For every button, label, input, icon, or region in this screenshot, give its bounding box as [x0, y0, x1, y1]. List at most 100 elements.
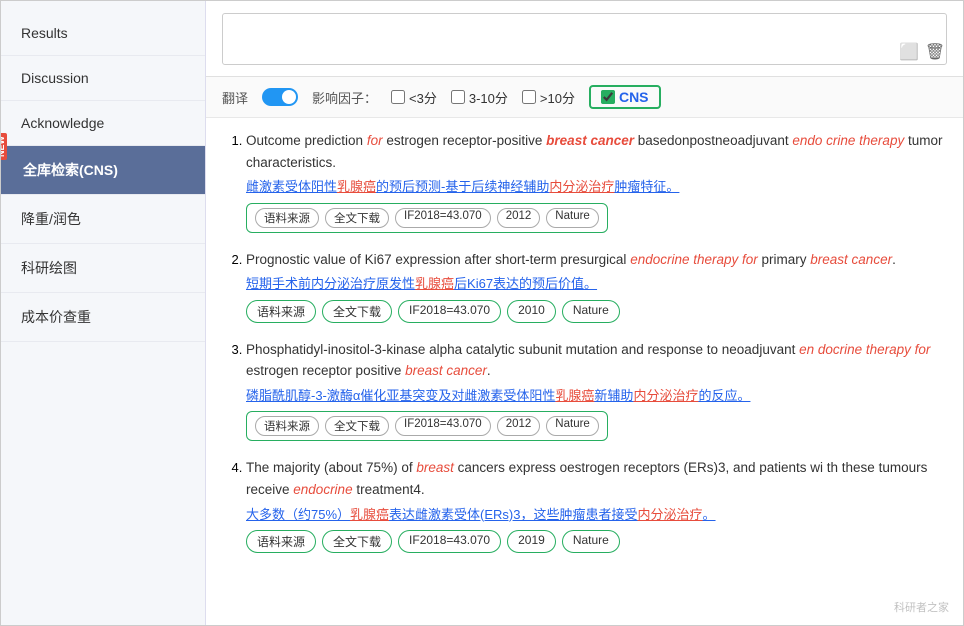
- tag[interactable]: 语料来源: [255, 416, 319, 436]
- delete-icon[interactable]: 🗑: [925, 42, 945, 62]
- cns-checkbox[interactable]: [601, 90, 615, 104]
- result-item: Prognostic value of Ki67 expression afte…: [246, 249, 943, 323]
- filter-lt3-label: <3分: [409, 88, 437, 107]
- tag[interactable]: 全文下载: [322, 300, 392, 323]
- cn-red-part: 内分泌治疗: [638, 507, 703, 522]
- tag[interactable]: IF2018=43.070: [398, 300, 501, 323]
- filter-3-10-checkbox[interactable]: [451, 90, 465, 104]
- filter-gt10-checkbox[interactable]: [522, 90, 536, 104]
- title-part: The majority (about 75%) of: [246, 460, 416, 475]
- title-part: Prognostic value of Ki67 expression afte…: [246, 252, 630, 267]
- title-part: en docrine therapy for: [799, 342, 930, 357]
- title-part: for: [367, 133, 383, 148]
- sidebar-item-acknowledge[interactable]: Acknowledge: [1, 101, 205, 146]
- cn-red-part: 内分泌治疗: [633, 388, 698, 403]
- sidebar-item-results[interactable]: Results: [1, 11, 205, 56]
- result-item: Outcome prediction for estrogen receptor…: [246, 130, 943, 233]
- result-cn-translation: 磷脂酰肌醇-3-激酶α催化亚基突变及对雌激素受体阳性乳腺癌新辅助内分泌治疗的反应…: [246, 386, 943, 406]
- sidebar-item-cns-search[interactable]: NEW全库检索(CNS): [1, 146, 205, 195]
- cn-text-part: 的预后预测-基于后续神经辅助: [376, 179, 549, 194]
- title-part: breast: [416, 460, 454, 475]
- title-part: basedonpostneoadjuvant: [634, 133, 792, 148]
- filter-lt3-checkbox[interactable]: [391, 90, 405, 104]
- sidebar-item-discussion[interactable]: Discussion: [1, 56, 205, 101]
- sidebar-item-label: 科研绘图: [21, 260, 77, 276]
- sidebar-item-label: 成本价查重: [21, 309, 91, 325]
- cn-text-part: 雌激素受体阳性: [246, 179, 337, 194]
- tag[interactable]: 2010: [507, 300, 556, 323]
- tag[interactable]: Nature: [546, 208, 599, 228]
- tag[interactable]: IF2018=43.070: [398, 530, 501, 553]
- cn-text-part: 大多数（约75%）: [246, 507, 350, 522]
- title-part: estrogen receptor-positive: [383, 133, 547, 148]
- result-cn-translation: 大多数（约75%）乳腺癌表达雌激素受体(ERs)3，这些肿瘤患者接受内分泌治疗。: [246, 505, 943, 525]
- tags-row: 语料来源全文下载 IF2018=43.070 2012Nature: [246, 203, 608, 233]
- tags-row: 语料来源全文下载 IF2018=43.070 2010 Nature: [246, 300, 943, 323]
- cn-text-part: 肿瘤特征。: [614, 179, 679, 194]
- result-cn-translation: 雌激素受体阳性乳腺癌的预后预测-基于后续神经辅助内分泌治疗肿瘤特征。: [246, 177, 943, 197]
- input-area: ⬜ 🗑: [206, 1, 963, 77]
- translate-toggle[interactable]: [262, 88, 298, 106]
- tag[interactable]: 语料来源: [246, 530, 316, 553]
- title-part: estrogen receptor positive: [246, 363, 405, 378]
- sidebar-item-rewrite[interactable]: 降重/润色: [1, 195, 205, 244]
- sidebar-item-label: Acknowledge: [21, 115, 104, 131]
- title-part: endocrine therapy for: [630, 252, 758, 267]
- cn-text-part: 的反应。: [698, 388, 750, 403]
- tag[interactable]: 全文下载: [325, 208, 389, 228]
- tags-row: 语料来源全文下载 IF2018=43.070 2012Nature: [246, 411, 608, 441]
- results-area: Outcome prediction for estrogen receptor…: [206, 118, 963, 625]
- tag[interactable]: 全文下载: [325, 416, 389, 436]
- tag[interactable]: 2019: [507, 530, 556, 553]
- tag[interactable]: 语料来源: [255, 208, 319, 228]
- title-part: Outcome prediction: [246, 133, 367, 148]
- tag[interactable]: 语料来源: [246, 300, 316, 323]
- tag[interactable]: Nature: [562, 530, 620, 553]
- sidebar-item-plagiarism[interactable]: 成本价查重: [1, 293, 205, 342]
- result-title: Prognostic value of Ki67 expression afte…: [246, 249, 943, 271]
- tag[interactable]: IF2018=43.070: [395, 416, 491, 436]
- tag[interactable]: 2012: [497, 208, 541, 228]
- filter-gt10-label: >10分: [540, 88, 575, 107]
- sidebar-item-label: 全库检索(CNS): [23, 162, 118, 178]
- tag[interactable]: Nature: [546, 416, 599, 436]
- cn-red-part: 乳腺癌: [337, 179, 376, 194]
- tag[interactable]: 2012: [497, 416, 541, 436]
- sidebar-item-label: 降重/润色: [21, 211, 81, 227]
- main-content: ⬜ 🗑 翻译 影响因子： <3分 3-10分 >10分 CNS: [206, 1, 963, 625]
- filter-bar: 翻译 影响因子： <3分 3-10分 >10分 CNS: [206, 77, 963, 118]
- cn-text-part: 新辅助: [594, 388, 633, 403]
- search-input[interactable]: [222, 13, 947, 65]
- sidebar-item-label: Results: [21, 25, 68, 41]
- tag[interactable]: IF2018=43.070: [395, 208, 491, 228]
- title-part: .: [892, 252, 896, 267]
- result-item: Phosphatidyl-inositol-3-kinase alpha cat…: [246, 339, 943, 442]
- toolbar-icons: ⬜ 🗑: [899, 42, 945, 62]
- sidebar-item-drawing[interactable]: 科研绘图: [1, 244, 205, 293]
- result-title: Phosphatidyl-inositol-3-kinase alpha cat…: [246, 339, 943, 382]
- watermark: 科研者之家: [894, 599, 949, 615]
- cn-red-part: 乳腺癌: [350, 507, 389, 522]
- cn-text-part: 后Ki67表达的预后价值。: [454, 276, 597, 291]
- title-part: Phosphatidyl-inositol-3-kinase alpha cat…: [246, 342, 799, 357]
- filter-3-10[interactable]: 3-10分: [451, 88, 508, 107]
- copy-icon[interactable]: ⬜: [899, 42, 919, 62]
- cns-filter-box[interactable]: CNS: [589, 85, 661, 109]
- cn-text-part: 磷脂酰肌醇-3-激酶α催化亚基突变及对雌激素受体阳性: [246, 388, 555, 403]
- cn-red-part: 乳腺癌: [555, 388, 594, 403]
- filter-gt10[interactable]: >10分: [522, 88, 575, 107]
- new-badge: NEW: [0, 133, 7, 160]
- filter-lt3[interactable]: <3分: [391, 88, 437, 107]
- cn-red-part: 内分泌治疗: [549, 179, 614, 194]
- title-part: endo crine therapy: [792, 133, 904, 148]
- tag[interactable]: Nature: [562, 300, 620, 323]
- cn-red-part: 乳腺癌: [415, 276, 454, 291]
- result-item: The majority (about 75%) of breast cance…: [246, 457, 943, 553]
- result-cn-translation: 短期手术前内分泌治疗原发性乳腺癌后Ki67表达的预后价值。: [246, 274, 943, 294]
- results-list: Outcome prediction for estrogen receptor…: [226, 130, 943, 553]
- title-part: breast cancer: [405, 363, 487, 378]
- tag[interactable]: 全文下载: [322, 530, 392, 553]
- cns-label: CNS: [619, 89, 649, 105]
- sidebar-item-label: Discussion: [21, 70, 89, 86]
- cn-text-part: 。: [703, 507, 716, 522]
